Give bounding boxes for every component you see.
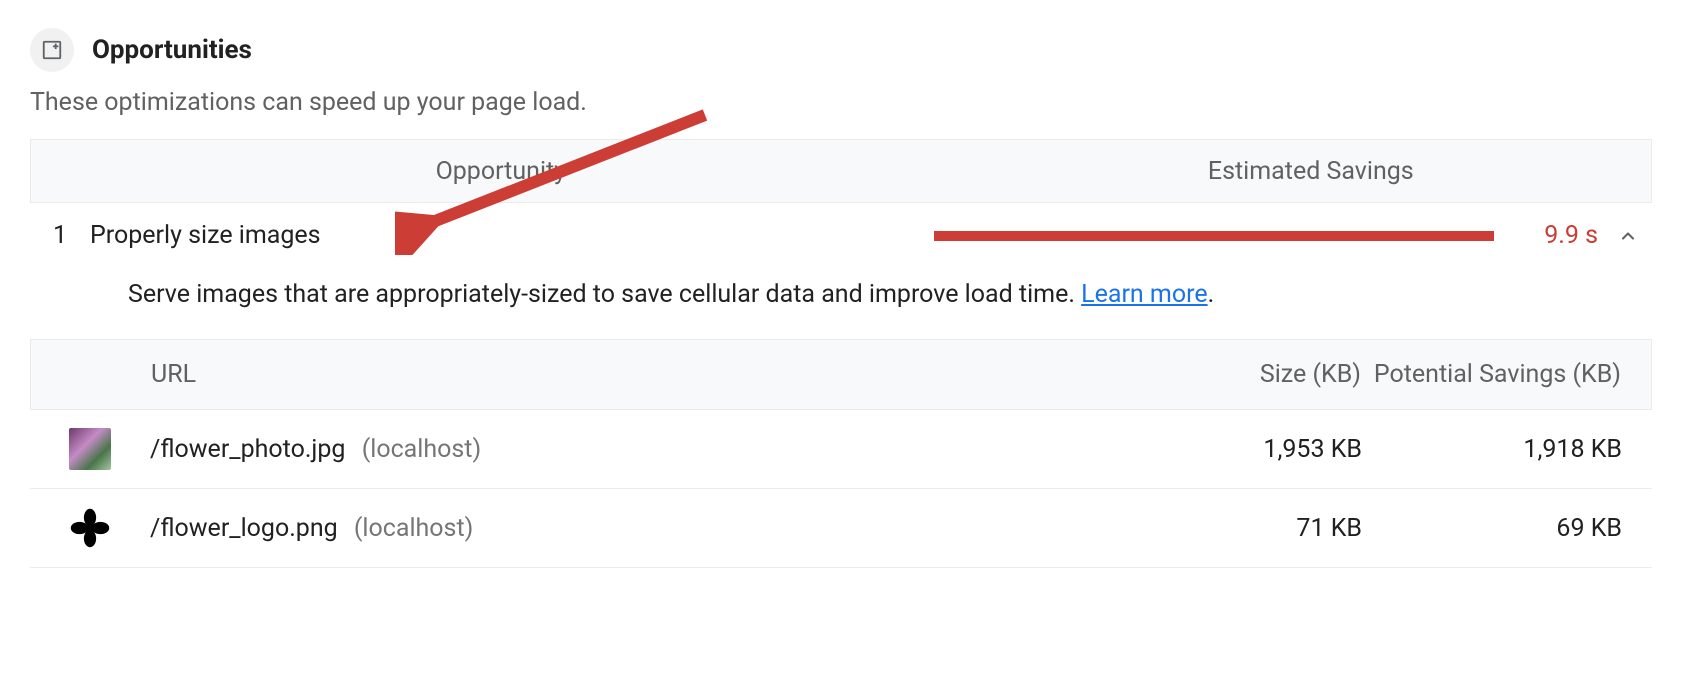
section-header: Opportunities bbox=[30, 28, 1652, 72]
audit-title: Properly size images bbox=[90, 221, 341, 250]
section-title: Opportunities bbox=[92, 35, 252, 65]
table-row: /flower_logo.png (localhost) 71 KB 69 KB bbox=[30, 489, 1652, 568]
audit-description-suffix: . bbox=[1208, 280, 1215, 309]
column-opportunity: Opportunity bbox=[31, 157, 971, 186]
audit-savings-bar bbox=[934, 231, 1494, 241]
audit-index: 1 bbox=[30, 221, 90, 250]
column-potential-savings: Potential Savings (KB) bbox=[1361, 360, 1621, 389]
size-value: 1,953 KB bbox=[1142, 435, 1362, 464]
audit-description: Serve images that are appropriately-size… bbox=[30, 268, 1652, 339]
url-path[interactable]: /flower_logo.png bbox=[150, 514, 338, 543]
audit-savings-value: 9.9 s bbox=[1494, 221, 1604, 250]
chevron-up-icon[interactable] bbox=[1604, 226, 1652, 246]
url-host: (localhost) bbox=[354, 514, 473, 543]
section-subtitle: These optimizations can speed up your pa… bbox=[30, 88, 1652, 117]
image-thumbnail bbox=[69, 428, 111, 470]
column-size: Size (KB) bbox=[1141, 360, 1361, 389]
opportunities-icon bbox=[30, 28, 74, 72]
column-savings: Estimated Savings bbox=[971, 157, 1651, 186]
audit-description-text: Serve images that are appropriately-size… bbox=[128, 280, 1081, 309]
table-row: /flower_photo.jpg (localhost) 1,953 KB 1… bbox=[30, 410, 1652, 489]
savings-value: 69 KB bbox=[1362, 514, 1622, 543]
opportunity-table-header: Opportunity Estimated Savings bbox=[30, 139, 1652, 203]
url-path[interactable]: /flower_photo.jpg bbox=[150, 435, 345, 464]
detail-table-header: URL Size (KB) Potential Savings (KB) bbox=[30, 339, 1652, 410]
savings-value: 1,918 KB bbox=[1362, 435, 1622, 464]
url-host: (localhost) bbox=[362, 435, 481, 464]
learn-more-link[interactable]: Learn more bbox=[1081, 280, 1207, 309]
column-url: URL bbox=[151, 360, 1141, 389]
audit-row[interactable]: 1 Properly size images 9.9 s bbox=[30, 203, 1652, 268]
image-thumbnail bbox=[69, 507, 111, 549]
size-value: 71 KB bbox=[1142, 514, 1362, 543]
